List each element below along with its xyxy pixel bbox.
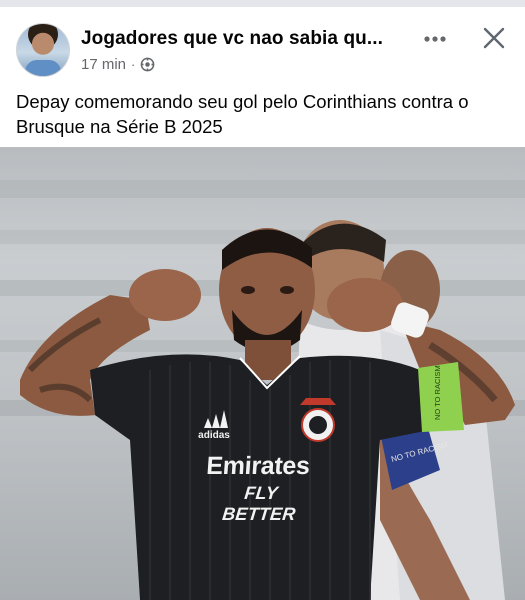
post-header: Jogadores que vc nao sabia qu... 17 min … [0,7,525,85]
page-avatar[interactable] [16,23,70,77]
post-timestamp[interactable]: 17 min [81,56,126,73]
post-caption: Depay comemorando seu gol pelo Corinthia… [16,91,469,137]
photo-illustration: NO TO RACISM NO TO RACISM [0,180,525,600]
page-name-link[interactable]: Jogadores que vc nao sabia qu... [81,28,411,50]
armband-text: NO TO RACISM [433,365,442,420]
more-horizontal-icon[interactable] [420,29,450,49]
top-divider [0,0,525,7]
close-icon[interactable] [481,25,507,51]
post-photo[interactable]: NO TO RACISM NO TO RACISM Emirates FLY B… [0,147,525,600]
kit-brand-text: adidas [198,430,230,441]
globe-icon [141,57,155,72]
meta-separator: · [131,57,136,72]
sponsor-main-text: Emirates [205,452,311,480]
post-meta: 17 min · [81,56,155,73]
sponsor-sub-text: FLY BETTER [221,483,297,524]
